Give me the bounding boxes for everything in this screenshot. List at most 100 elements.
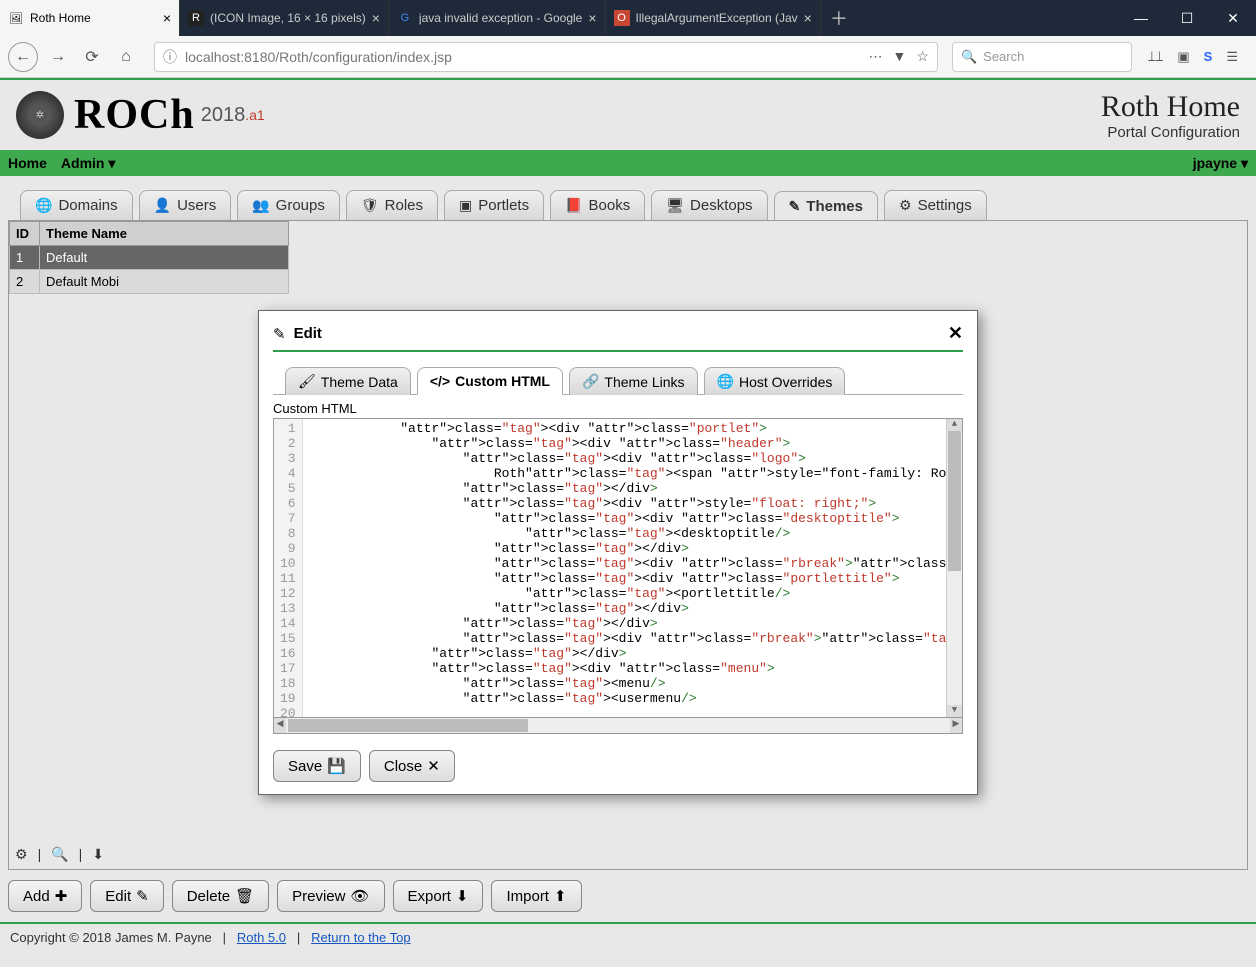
page-subtitle: Portal Configuration: [1101, 124, 1240, 141]
horizontal-scrollbar[interactable]: ◀ ▶: [273, 718, 963, 734]
browser-tab-3[interactable]: O IllegalArgumentException (Jav ×: [606, 0, 821, 36]
tab-books[interactable]: 📕Books: [550, 190, 645, 220]
browser-tab-2[interactable]: G java invalid exception - Google ×: [389, 0, 606, 36]
close-icon: ✕: [427, 757, 440, 775]
reload-button[interactable]: ⟳: [78, 43, 106, 71]
action-row: Add✚ Edit✎ Delete🗑 Preview👁 Export⬇ Impo…: [8, 880, 1248, 912]
tab-title: Roth Home: [30, 11, 157, 25]
tab-themes[interactable]: ✎Themes: [774, 191, 878, 221]
scroll-up-icon[interactable]: ▲: [947, 419, 962, 431]
eye-icon: 👁: [350, 887, 369, 905]
footer-link-version[interactable]: Roth 5.0: [237, 930, 286, 945]
brand-text: ROCh: [74, 91, 195, 139]
trash-icon: 🗑: [235, 887, 254, 905]
brand-alpha: .a1: [245, 107, 264, 123]
line-gutter: 1 2 3 4 5 6 7 8 9 10 11 12 13 14 15 16 1…: [274, 419, 303, 717]
table-header-row: ID Theme Name: [10, 222, 289, 246]
tab-groups[interactable]: 👥Groups: [237, 190, 340, 220]
modal-buttons: Save💾 Close✕: [273, 750, 963, 782]
download-icon[interactable]: ⬇: [92, 846, 104, 863]
users-icon: 👥: [252, 197, 269, 214]
maximize-button[interactable]: ☐: [1164, 0, 1210, 36]
tab-host-overrides[interactable]: 🌐Host Overrides: [704, 367, 846, 395]
menu-admin[interactable]: Admin ▾: [61, 155, 115, 172]
table-row[interactable]: 1 Default: [10, 246, 289, 270]
bookmark-icon[interactable]: ☆: [916, 48, 929, 65]
book-icon: 📕: [565, 197, 582, 214]
more-icon[interactable]: ⋯: [869, 48, 883, 65]
tab-portlets[interactable]: ▣Portlets: [444, 190, 544, 220]
tab-theme-data[interactable]: 🖌Theme Data: [285, 367, 411, 395]
search-icon[interactable]: 🔍: [51, 846, 68, 863]
library-icon[interactable]: ⟘⟘: [1148, 49, 1163, 65]
gear-icon[interactable]: ⚙: [15, 846, 28, 863]
import-icon: ⬆: [554, 887, 567, 905]
close-window-button[interactable]: ✕: [1210, 0, 1256, 36]
code-editor[interactable]: 1 2 3 4 5 6 7 8 9 10 11 12 13 14 15 16 1…: [273, 418, 963, 718]
edit-modal: ✎ Edit ✕ 🖌Theme Data </>Custom HTML 🔗The…: [258, 310, 978, 795]
page-content: ✲ ROCh 2018 .a1 Roth Home Portal Configu…: [0, 78, 1256, 967]
back-button[interactable]: ←: [8, 42, 38, 72]
brush-icon: 🖌: [298, 373, 316, 390]
sidebar-icon[interactable]: ▣: [1177, 49, 1189, 65]
url-bar[interactable]: ⓘ localhost:8180/Roth/configuration/inde…: [154, 42, 938, 72]
page-footer: Copyright © 2018 James M. Payne | Roth 5…: [0, 922, 1256, 951]
edit-button[interactable]: Edit✎: [90, 880, 163, 912]
menu-home[interactable]: Home: [8, 155, 47, 171]
tab-users[interactable]: 👤Users: [139, 190, 232, 220]
footer-link-top[interactable]: Return to the Top: [311, 930, 411, 945]
pencil-icon: ✎: [789, 198, 801, 215]
close-button[interactable]: Close✕: [369, 750, 455, 782]
tab-roles[interactable]: 🛡Roles: [346, 190, 438, 220]
portlet-icon: ▣: [459, 197, 472, 214]
tab-desktops[interactable]: 🖥Desktops: [651, 190, 767, 220]
theme-table: ID Theme Name 1 Default 2 Default Mobi: [9, 221, 289, 294]
search-icon: 🔍: [961, 49, 977, 65]
url-text: localhost:8180/Roth/configuration/index.…: [185, 49, 869, 65]
menu-icon[interactable]: ☰: [1226, 49, 1238, 65]
shield-icon[interactable]: ▼: [893, 48, 907, 65]
delete-button[interactable]: Delete🗑: [172, 880, 269, 912]
browser-tab-1[interactable]: R (ICON Image, 16 × 16 pixels) ×: [180, 0, 389, 36]
panel-footer-icons: ⚙| 🔍| ⬇: [15, 846, 104, 863]
tab-domains[interactable]: 🌐Domains: [20, 190, 133, 220]
globe-icon: 🌐: [717, 373, 734, 390]
search-box[interactable]: 🔍 Search: [952, 42, 1132, 72]
modal-close-button[interactable]: ✕: [948, 323, 963, 344]
tab-settings[interactable]: ⚙Settings: [884, 190, 987, 220]
desktop-icon: 🖥: [666, 197, 684, 214]
logo-seal-icon: ✲: [16, 91, 64, 139]
scroll-thumb[interactable]: [288, 719, 528, 732]
minimize-button[interactable]: —: [1118, 0, 1164, 36]
save-button[interactable]: Save💾: [273, 750, 361, 782]
browser-tab-0[interactable]: 🖼 Roth Home ×: [0, 0, 180, 36]
close-icon[interactable]: ×: [588, 10, 596, 26]
code-content[interactable]: "attr">class="tag"><div "attr">class="po…: [303, 419, 946, 717]
scroll-right-icon[interactable]: ▶: [950, 718, 962, 733]
th-id: ID: [10, 222, 40, 246]
close-icon[interactable]: ×: [163, 10, 171, 26]
modal-tabs: 🖌Theme Data </>Custom HTML 🔗Theme Links …: [273, 366, 963, 395]
close-icon[interactable]: ×: [372, 10, 380, 26]
forward-button[interactable]: →: [44, 43, 72, 71]
link-icon: 🔗: [582, 373, 599, 390]
vertical-scrollbar[interactable]: ▲ ▼: [946, 419, 962, 717]
tab-custom-html[interactable]: </>Custom HTML: [417, 367, 563, 395]
page-header: ✲ ROCh 2018 .a1 Roth Home Portal Configu…: [0, 80, 1256, 150]
gear-icon: ⚙: [899, 197, 912, 214]
preview-button[interactable]: Preview👁: [277, 880, 384, 912]
home-button[interactable]: ⌂: [112, 43, 140, 71]
add-button[interactable]: Add✚: [8, 880, 82, 912]
export-button[interactable]: Export⬇: [393, 880, 484, 912]
sync-icon[interactable]: S: [1204, 49, 1213, 64]
scroll-left-icon[interactable]: ◀: [274, 718, 286, 733]
import-button[interactable]: Import⬆: [491, 880, 581, 912]
scroll-down-icon[interactable]: ▼: [947, 705, 962, 717]
new-tab-button[interactable]: ＋: [821, 0, 857, 36]
user-menu[interactable]: jpayne ▾: [1193, 155, 1248, 172]
table-row[interactable]: 2 Default Mobi: [10, 270, 289, 294]
scroll-thumb[interactable]: [948, 431, 961, 571]
close-icon[interactable]: ×: [804, 10, 812, 26]
copyright: Copyright © 2018 James M. Payne: [10, 930, 212, 945]
tab-theme-links[interactable]: 🔗Theme Links: [569, 367, 698, 395]
